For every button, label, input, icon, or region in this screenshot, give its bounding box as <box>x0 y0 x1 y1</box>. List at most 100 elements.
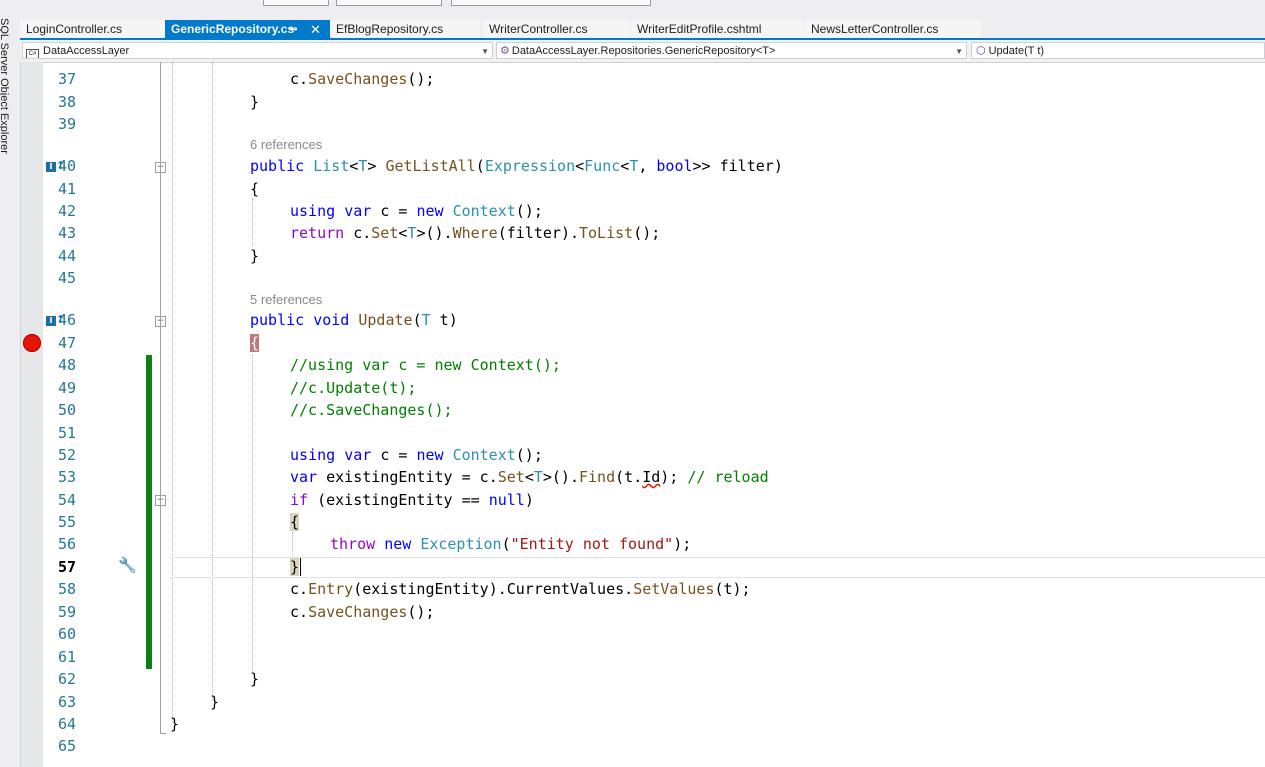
line-number: 54 <box>57 491 76 509</box>
indent-guide <box>292 532 293 556</box>
line-number: 56 <box>57 535 76 553</box>
class-icon: ⚙ <box>500 45 510 57</box>
member-name: Update(T t) <box>988 45 1045 57</box>
line-number: 64 <box>57 715 76 733</box>
member-dropdown[interactable]: ⬡ Update(T t) <box>971 42 1265 59</box>
tab-newsletter-controller[interactable]: NewsLetterController.cs <box>805 20 981 39</box>
line-number: 40 <box>57 157 76 175</box>
code-lens-references[interactable]: 5 references <box>250 291 322 309</box>
document-tabs: LoginController.cs GenericRepository.cs … <box>20 18 1265 40</box>
code-line-41[interactable]: { <box>250 178 259 200</box>
code-line-38[interactable]: } <box>250 91 259 113</box>
code-lens-references[interactable]: 6 references <box>250 136 322 154</box>
indent-guide <box>252 355 253 671</box>
tab-writer-edit-profile[interactable]: WriterEditProfile.cshtml <box>631 20 804 39</box>
code-line-40[interactable]: public List<T> GetListAll(Expression<Fun… <box>250 155 783 177</box>
code-line-56[interactable]: throw new Exception("Entity not found"); <box>330 533 691 555</box>
outline-end <box>160 733 166 734</box>
class-name: DataAccessLayer.Repositories.GenericRepo… <box>511 45 776 57</box>
pin-icon[interactable]: ⊸ <box>289 20 297 39</box>
toolbar-combo[interactable] <box>336 0 442 6</box>
line-number: 46 <box>57 311 76 329</box>
tab-login-controller[interactable]: LoginController.cs <box>20 20 165 39</box>
toolbar-combo[interactable] <box>263 0 329 6</box>
code-line-58[interactable]: c.Entry(existingEntity).CurrentValues.Se… <box>290 578 751 600</box>
indent-guide <box>172 62 173 722</box>
line-number: 44 <box>57 247 76 265</box>
line-number: 65 <box>57 737 76 755</box>
toolbar-strip <box>0 0 1265 18</box>
line-number-current: 57 <box>57 558 76 576</box>
line-number: 61 <box>57 648 76 666</box>
code-line-55[interactable]: { <box>290 511 300 533</box>
code-line-54[interactable]: if (existingEntity == null) <box>290 489 534 511</box>
code-line-42[interactable]: using var c = new Context(); <box>290 200 543 222</box>
navigation-bar: C# DataAccessLayer ▼ ⚙ DataAccessLayer.Rep… <box>20 40 1265 63</box>
line-number: 62 <box>57 670 76 688</box>
line-number: 49 <box>57 379 76 397</box>
code-line-64[interactable]: } <box>170 713 179 735</box>
code-line-59[interactable]: c.SaveChanges(); <box>290 601 435 623</box>
code-line-48[interactable]: //using var c = new Context(); <box>290 354 561 376</box>
line-number: 42 <box>57 202 76 220</box>
indent-guide <box>252 198 253 246</box>
code-line-43[interactable]: return c.Set<T>().Where(filter).ToList()… <box>290 222 660 244</box>
line-number: 53 <box>57 468 76 486</box>
line-number: 59 <box>57 603 76 621</box>
tab-label: WriterEditProfile.cshtml <box>637 22 762 36</box>
current-line-highlight <box>170 557 1265 578</box>
line-number: 51 <box>57 424 76 442</box>
line-number: 43 <box>57 224 76 242</box>
tab-generic-repository[interactable]: GenericRepository.cs ⊸ ✕ <box>165 20 330 39</box>
method-icon: ⬡ <box>976 45 986 57</box>
code-line-47[interactable]: { <box>250 332 260 354</box>
toolbar-combo[interactable] <box>451 0 651 6</box>
line-number: 63 <box>57 693 76 711</box>
code-line-63[interactable]: } <box>210 691 219 713</box>
code-line-37[interactable]: c.SaveChanges(); <box>290 68 435 90</box>
line-number: 41 <box>57 180 76 198</box>
chevron-down-icon: ▼ <box>955 47 963 56</box>
tab-label: GenericRepository.cs <box>171 22 295 36</box>
line-number: 60 <box>57 625 76 643</box>
project-name: DataAccessLayer <box>43 45 130 57</box>
line-number: 52 <box>57 446 76 464</box>
tab-label: EfBlogRepository.cs <box>336 22 444 36</box>
tab-label: NewsLetterController.cs <box>811 22 939 36</box>
line-number: 50 <box>57 401 76 419</box>
code-line-50[interactable]: //c.SaveChanges(); <box>290 399 453 421</box>
brace-match-highlight: { <box>250 334 260 352</box>
indent-guide <box>212 62 213 700</box>
quick-actions-icon[interactable]: 🔧 <box>118 556 137 574</box>
tab-label: WriterController.cs <box>489 22 588 36</box>
code-line-62[interactable]: } <box>250 668 259 690</box>
code-line-53[interactable]: var existingEntity = c.Set<T>().Find(t.I… <box>290 466 769 488</box>
line-number: 45 <box>57 269 76 287</box>
code-line-44[interactable]: } <box>250 245 259 267</box>
line-number: 38 <box>57 93 76 111</box>
close-icon[interactable]: ✕ <box>310 20 321 39</box>
error-squiggle[interactable]: Id <box>642 468 660 486</box>
code-line-49[interactable]: //c.Update(t); <box>290 377 416 399</box>
line-number: 55 <box>57 513 76 531</box>
line-number: 37 <box>57 70 76 88</box>
chevron-down-icon: ▼ <box>481 47 489 56</box>
breakpoint-margin[interactable] <box>21 62 43 767</box>
csharp-project-icon: C# <box>26 49 39 58</box>
code-line-57[interactable]: } <box>290 556 300 578</box>
breakpoint-icon[interactable] <box>23 334 41 352</box>
change-tracking-bar <box>146 355 152 669</box>
line-number: 58 <box>57 580 76 598</box>
text-caret <box>300 558 301 576</box>
tab-writer-controller[interactable]: WriterController.cs <box>483 20 630 39</box>
outline-line <box>160 62 161 734</box>
code-line-46[interactable]: public void Update(T t) <box>250 309 458 331</box>
tab-efblog-repository[interactable]: EfBlogRepository.cs <box>330 20 480 39</box>
code-line-52[interactable]: using var c = new Context(); <box>290 444 543 466</box>
tab-label: LoginController.cs <box>26 22 123 36</box>
class-dropdown[interactable]: ⚙ DataAccessLayer.Repositories.GenericRep… <box>496 42 967 59</box>
sql-server-object-explorer-tab[interactable]: SQL Server Object Explorer <box>0 18 21 767</box>
line-number: 39 <box>57 115 76 133</box>
line-number: 48 <box>57 356 76 374</box>
project-dropdown[interactable]: C# DataAccessLayer ▼ <box>22 42 493 59</box>
